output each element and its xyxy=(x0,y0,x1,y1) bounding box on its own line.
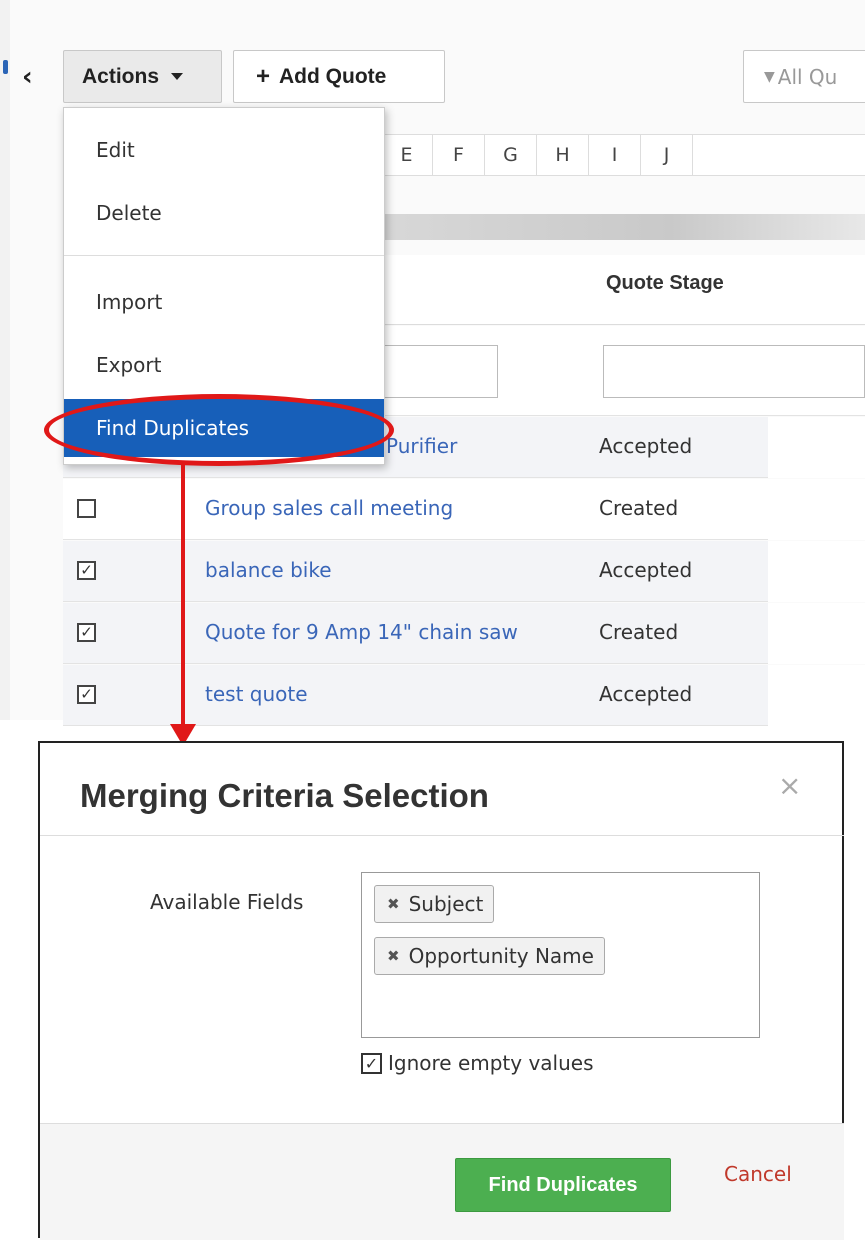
chevron-left-icon[interactable]: ‹ xyxy=(22,62,50,98)
menu-item-export[interactable]: Export xyxy=(64,336,384,394)
quote-stage: Accepted xyxy=(599,558,693,582)
alphabet-filter-bar: E F G H I J xyxy=(380,134,865,176)
stage-filter-input[interactable] xyxy=(603,345,865,398)
quote-subject-link[interactable]: Purifier xyxy=(386,434,457,458)
available-fields-label: Available Fields xyxy=(150,890,304,914)
table-row: Group sales call meeting Created xyxy=(63,479,768,540)
ignore-empty-checkbox[interactable]: ✓ xyxy=(361,1052,382,1074)
modal-footer: Find Duplicates Cancel xyxy=(40,1123,844,1240)
filter-dropdown-button[interactable]: ▼ All Qu xyxy=(743,50,865,103)
subject-filter-input[interactable] xyxy=(380,345,498,398)
sidebar-marker xyxy=(3,60,8,74)
quote-stage: Accepted xyxy=(599,434,693,458)
row-checkbox[interactable] xyxy=(77,499,96,518)
filter-icon: ▼ xyxy=(764,68,775,85)
remove-tag-icon[interactable]: ✖ xyxy=(387,947,400,965)
menu-item-edit[interactable]: Edit xyxy=(64,121,384,179)
row-checkbox[interactable]: ✓ xyxy=(77,623,96,642)
alphabet-letter[interactable]: F xyxy=(432,135,484,175)
modal-header-divider xyxy=(40,835,844,836)
annotation-arrow-line xyxy=(181,462,185,730)
quote-subject-link[interactable]: balance bike xyxy=(205,558,332,582)
add-quote-label: Add Quote xyxy=(279,64,387,88)
row-extension xyxy=(768,479,865,540)
row-extension xyxy=(768,603,865,664)
row-extension xyxy=(768,541,865,602)
quote-subject-link[interactable]: Group sales call meeting xyxy=(205,496,453,520)
menu-item-find-duplicates[interactable]: Find Duplicates xyxy=(64,399,384,457)
left-edge-strip xyxy=(0,0,10,720)
find-duplicates-button[interactable]: Find Duplicates xyxy=(455,1158,671,1212)
merging-criteria-modal: Merging Criteria Selection × Available F… xyxy=(38,741,844,1240)
quote-stage: Created xyxy=(599,620,679,644)
field-tag-label: Opportunity Name xyxy=(408,944,594,968)
column-header-quote-stage[interactable]: Quote Stage xyxy=(606,272,724,295)
row-checkbox[interactable]: ✓ xyxy=(77,561,96,580)
alphabet-letter-partial[interactable] xyxy=(692,135,744,175)
quote-stage: Accepted xyxy=(599,682,693,706)
alphabet-letter[interactable]: E xyxy=(380,135,432,175)
field-tag-opportunity-name: ✖ Opportunity Name xyxy=(374,937,605,975)
caret-down-icon xyxy=(171,73,184,80)
remove-tag-icon[interactable]: ✖ xyxy=(387,895,400,913)
alphabet-letter[interactable]: I xyxy=(588,135,640,175)
row-checkbox[interactable]: ✓ xyxy=(77,685,96,704)
table-row: ✓ Quote for 9 Amp 14" chain saw Created xyxy=(63,603,768,664)
quote-stage: Created xyxy=(599,496,679,520)
actions-button-label: Actions xyxy=(82,64,160,88)
close-icon[interactable]: × xyxy=(778,769,801,802)
alphabet-letter[interactable]: G xyxy=(484,135,536,175)
table-row: ✓ test quote Accepted xyxy=(63,665,768,726)
ignore-empty-label: Ignore empty values xyxy=(388,1051,594,1075)
quote-subject-link[interactable]: test quote xyxy=(205,682,308,706)
add-quote-button[interactable]: + Add Quote xyxy=(233,50,445,103)
alphabet-letter[interactable]: J xyxy=(640,135,692,175)
actions-dropdown-button[interactable]: Actions xyxy=(63,50,222,103)
filter-label: All Qu xyxy=(777,64,838,89)
modal-title: Merging Criteria Selection xyxy=(80,777,489,814)
table-row: ✓ balance bike Accepted xyxy=(63,541,768,602)
quote-subject-link[interactable]: Quote for 9 Amp 14" chain saw xyxy=(205,620,518,644)
menu-item-delete[interactable]: Delete xyxy=(64,184,384,242)
menu-item-import[interactable]: Import xyxy=(64,273,384,331)
field-tag-subject: ✖ Subject xyxy=(374,885,495,923)
available-fields-multiselect[interactable]: ✖ Subject ✖ Opportunity Name xyxy=(361,872,760,1038)
alphabet-letter[interactable]: H xyxy=(536,135,588,175)
table-top-band xyxy=(380,214,865,240)
actions-dropdown-menu: Edit Delete Import Export Find Duplicate… xyxy=(63,107,385,465)
menu-divider xyxy=(64,255,384,256)
plus-icon: + xyxy=(256,62,271,90)
cancel-link[interactable]: Cancel xyxy=(724,1162,792,1186)
row-extension xyxy=(768,665,865,726)
row-extension xyxy=(768,417,865,478)
field-tag-label: Subject xyxy=(408,892,484,916)
ignore-empty-values-option: ✓ Ignore empty values xyxy=(361,1051,594,1075)
